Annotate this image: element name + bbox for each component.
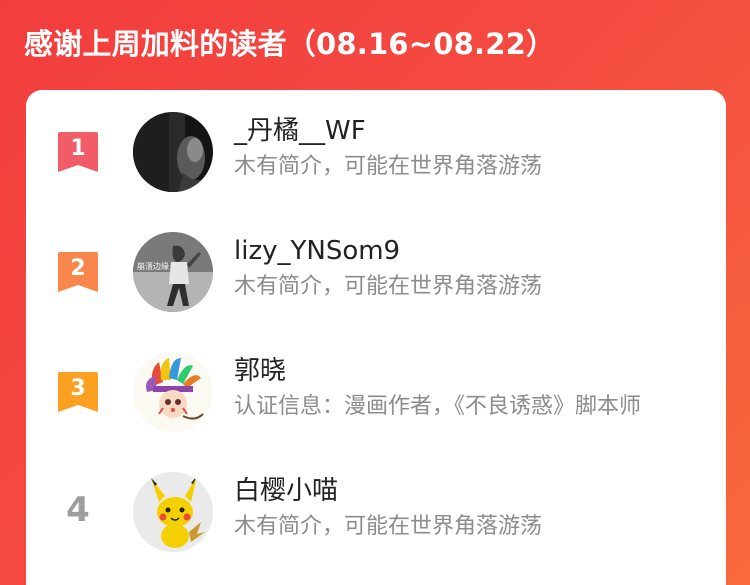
reader-row[interactable]: 4 白樱小喵 木有简介，可能在世界角落游荡 [26,450,726,570]
dark-photo-avatar-icon [133,112,213,192]
rank-number: 3 [70,376,86,401]
avatar-caption: 崩溃边缘 [137,262,169,271]
user-name[interactable]: 白樱小喵 [234,474,338,508]
supporters-page: 感谢上周加料的读者（08.16~08.22） 1 _丹橘__WF 木有简介，可能… [0,0,750,585]
avatar[interactable]: 崩溃边缘 [133,232,213,312]
dancer-photo-avatar-icon [133,232,213,312]
reader-list-card: 1 _丹橘__WF 木有简介，可能在世界角落游荡 2 崩溃边缘 lizy_YNS… [26,90,726,585]
user-name[interactable]: _丹橘__WF [234,114,366,148]
avatar[interactable] [133,352,213,432]
rank-number: 4 [66,490,90,530]
rank-number: 1 [70,136,86,161]
user-description: 认证信息：漫画作者，《不良诱惑》脚本师 [234,394,642,419]
user-description: 木有简介，可能在世界角落游荡 [234,154,543,179]
user-description: 木有简介，可能在世界角落游荡 [234,514,543,539]
user-name[interactable]: 郭晓 [234,354,286,388]
page-title: 感谢上周加料的读者（08.16~08.22） [24,27,556,61]
reader-row[interactable]: 3 郭晓 认证信息：漫画作者，《不良诱惑》脚本师 [26,330,726,450]
reader-row[interactable]: 1 _丹橘__WF 木有简介，可能在世界角落游荡 [26,90,726,210]
pikachu-avatar-icon [133,472,213,552]
rank-badge: 1 [57,130,99,176]
rank-badge: 3 [57,370,99,416]
rank-number: 2 [70,256,86,281]
avatar[interactable] [133,472,213,552]
reader-row[interactable]: 2 崩溃边缘 lizy_YNSom9 木有简介，可能在世界角落游荡 [26,210,726,330]
user-name[interactable]: lizy_YNSom9 [234,234,400,268]
user-description: 木有简介，可能在世界角落游荡 [234,274,543,299]
avatar[interactable] [133,112,213,192]
feather-headdress-avatar-icon [133,352,213,432]
rank-badge: 2 [57,250,99,296]
